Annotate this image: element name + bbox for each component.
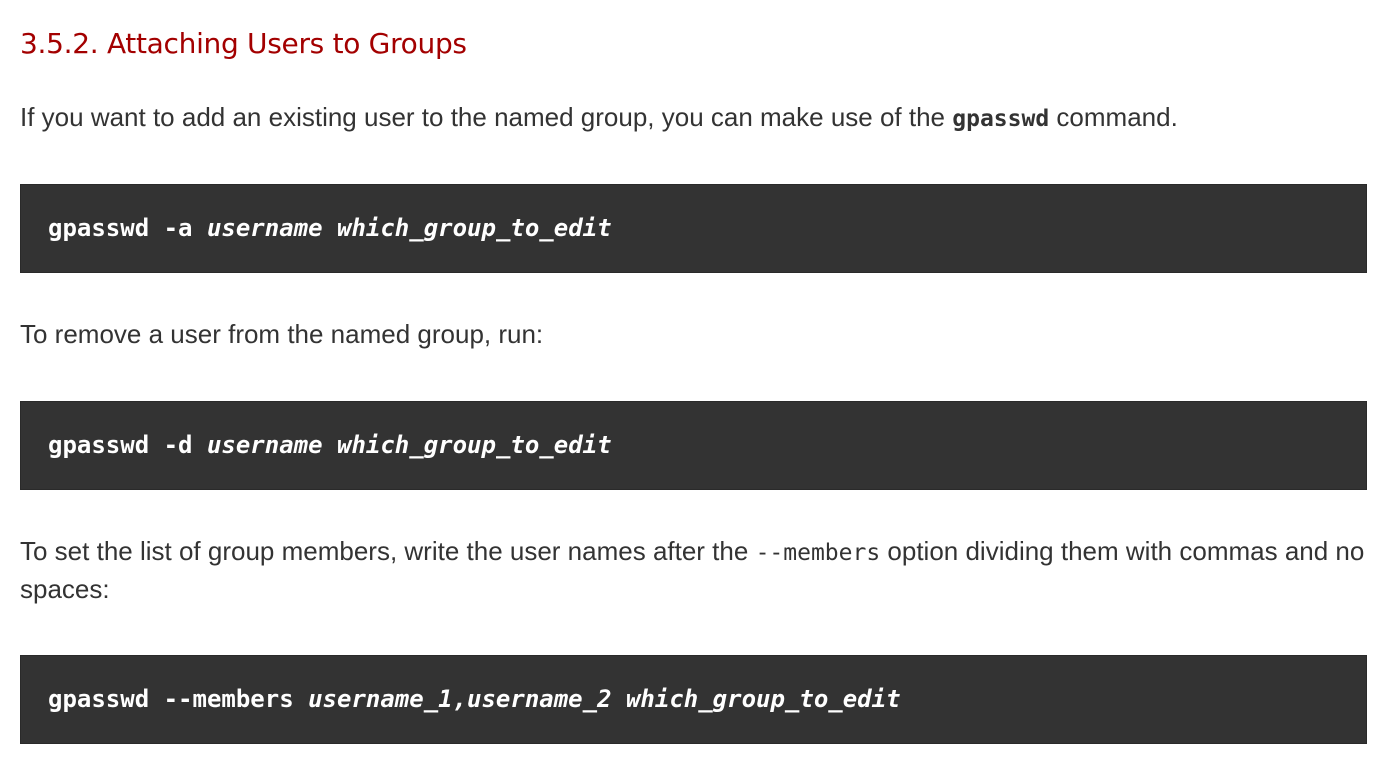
section-title: 3.5.2. Attaching Users to Groups — [20, 27, 467, 60]
code-block-remove-user[interactable]: gpasswd -d username which_group_to_edit — [20, 401, 1367, 490]
code-block-add-user[interactable]: gpasswd -a username which_group_to_edit — [20, 184, 1367, 273]
remove-paragraph: To remove a user from the named group, r… — [20, 319, 544, 349]
code-line-remove-user: gpasswd -d username which_group_to_edit — [48, 402, 612, 491]
members-text-before: To set the list of group members, write … — [20, 536, 756, 566]
inline-command-gpasswd: gpasswd — [952, 106, 1050, 132]
members-paragraph: To set the list of group members, write … — [20, 533, 1367, 607]
code-separator — [323, 214, 337, 242]
code-arg-username: username — [206, 431, 323, 459]
code-arg-group: which_group_to_edit — [337, 214, 612, 242]
code-command: gpasswd -d — [48, 431, 207, 459]
intro-text-after: command. — [1049, 102, 1178, 132]
intro-text-before: If you want to add an existing user to t… — [20, 102, 953, 132]
code-separator — [323, 431, 337, 459]
code-separator — [612, 685, 626, 713]
code-line-add-user: gpasswd -a username which_group_to_edit — [48, 185, 612, 274]
code-arg-username: username — [206, 214, 323, 242]
code-block-set-members[interactable]: gpasswd --members username_1,username_2 … — [20, 655, 1367, 744]
code-line-set-members: gpasswd --members username_1,username_2 … — [48, 656, 901, 745]
code-arg-group: which_group_to_edit — [625, 685, 901, 713]
code-command: gpasswd --members — [48, 685, 309, 713]
code-command: gpasswd -a — [48, 214, 207, 242]
intro-paragraph: If you want to add an existing user to t… — [20, 99, 1367, 137]
code-arg-group: which_group_to_edit — [337, 431, 612, 459]
inline-option-members: --members — [755, 540, 881, 566]
code-arg-usernames: username_1,username_2 — [308, 685, 612, 713]
